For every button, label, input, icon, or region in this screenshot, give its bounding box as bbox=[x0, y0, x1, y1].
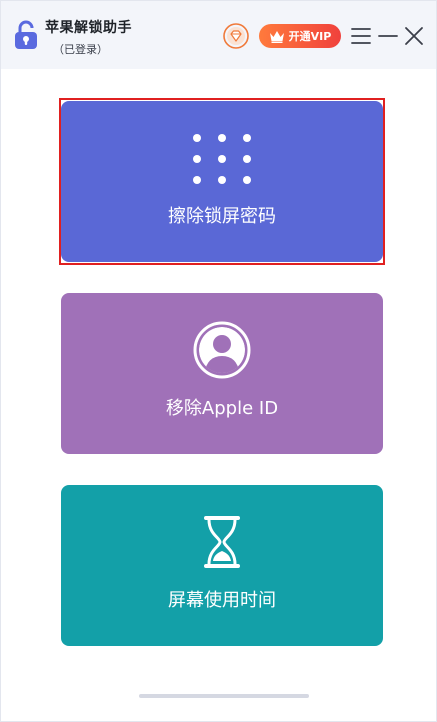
crown-icon bbox=[269, 30, 284, 43]
screen-time-label: 屏幕使用时间 bbox=[168, 590, 276, 611]
app-title: 苹果解锁助手 bbox=[45, 20, 132, 36]
hourglass-icon bbox=[200, 514, 244, 574]
close-icon[interactable] bbox=[403, 25, 425, 47]
menu-icon[interactable] bbox=[350, 25, 372, 47]
remove-apple-id-card[interactable]: 移除Apple ID bbox=[61, 293, 383, 454]
scroll-indicator bbox=[139, 694, 309, 698]
app-window: 苹果解锁助手 （已登录） 开通VIP 擦除锁屏密码 移除Apple ID 屏幕使… bbox=[0, 0, 437, 722]
user-avatar-icon bbox=[192, 320, 252, 384]
login-status: （已登录） bbox=[53, 43, 108, 56]
minimize-icon[interactable] bbox=[377, 25, 399, 47]
open-vip-button[interactable]: 开通VIP bbox=[259, 24, 341, 48]
dots-grid-icon bbox=[192, 134, 252, 188]
padlock-icon bbox=[13, 19, 39, 51]
remove-apple-id-label: 移除Apple ID bbox=[165, 398, 279, 419]
erase-screen-passcode-card[interactable]: 擦除锁屏密码 bbox=[61, 101, 383, 262]
diamond-icon[interactable] bbox=[223, 23, 249, 49]
screen-time-card[interactable]: 屏幕使用时间 bbox=[61, 485, 383, 646]
title-bar: 苹果解锁助手 （已登录） 开通VIP bbox=[1, 1, 436, 69]
vip-label: 开通VIP bbox=[288, 30, 332, 43]
erase-screen-passcode-label: 擦除锁屏密码 bbox=[168, 206, 276, 227]
